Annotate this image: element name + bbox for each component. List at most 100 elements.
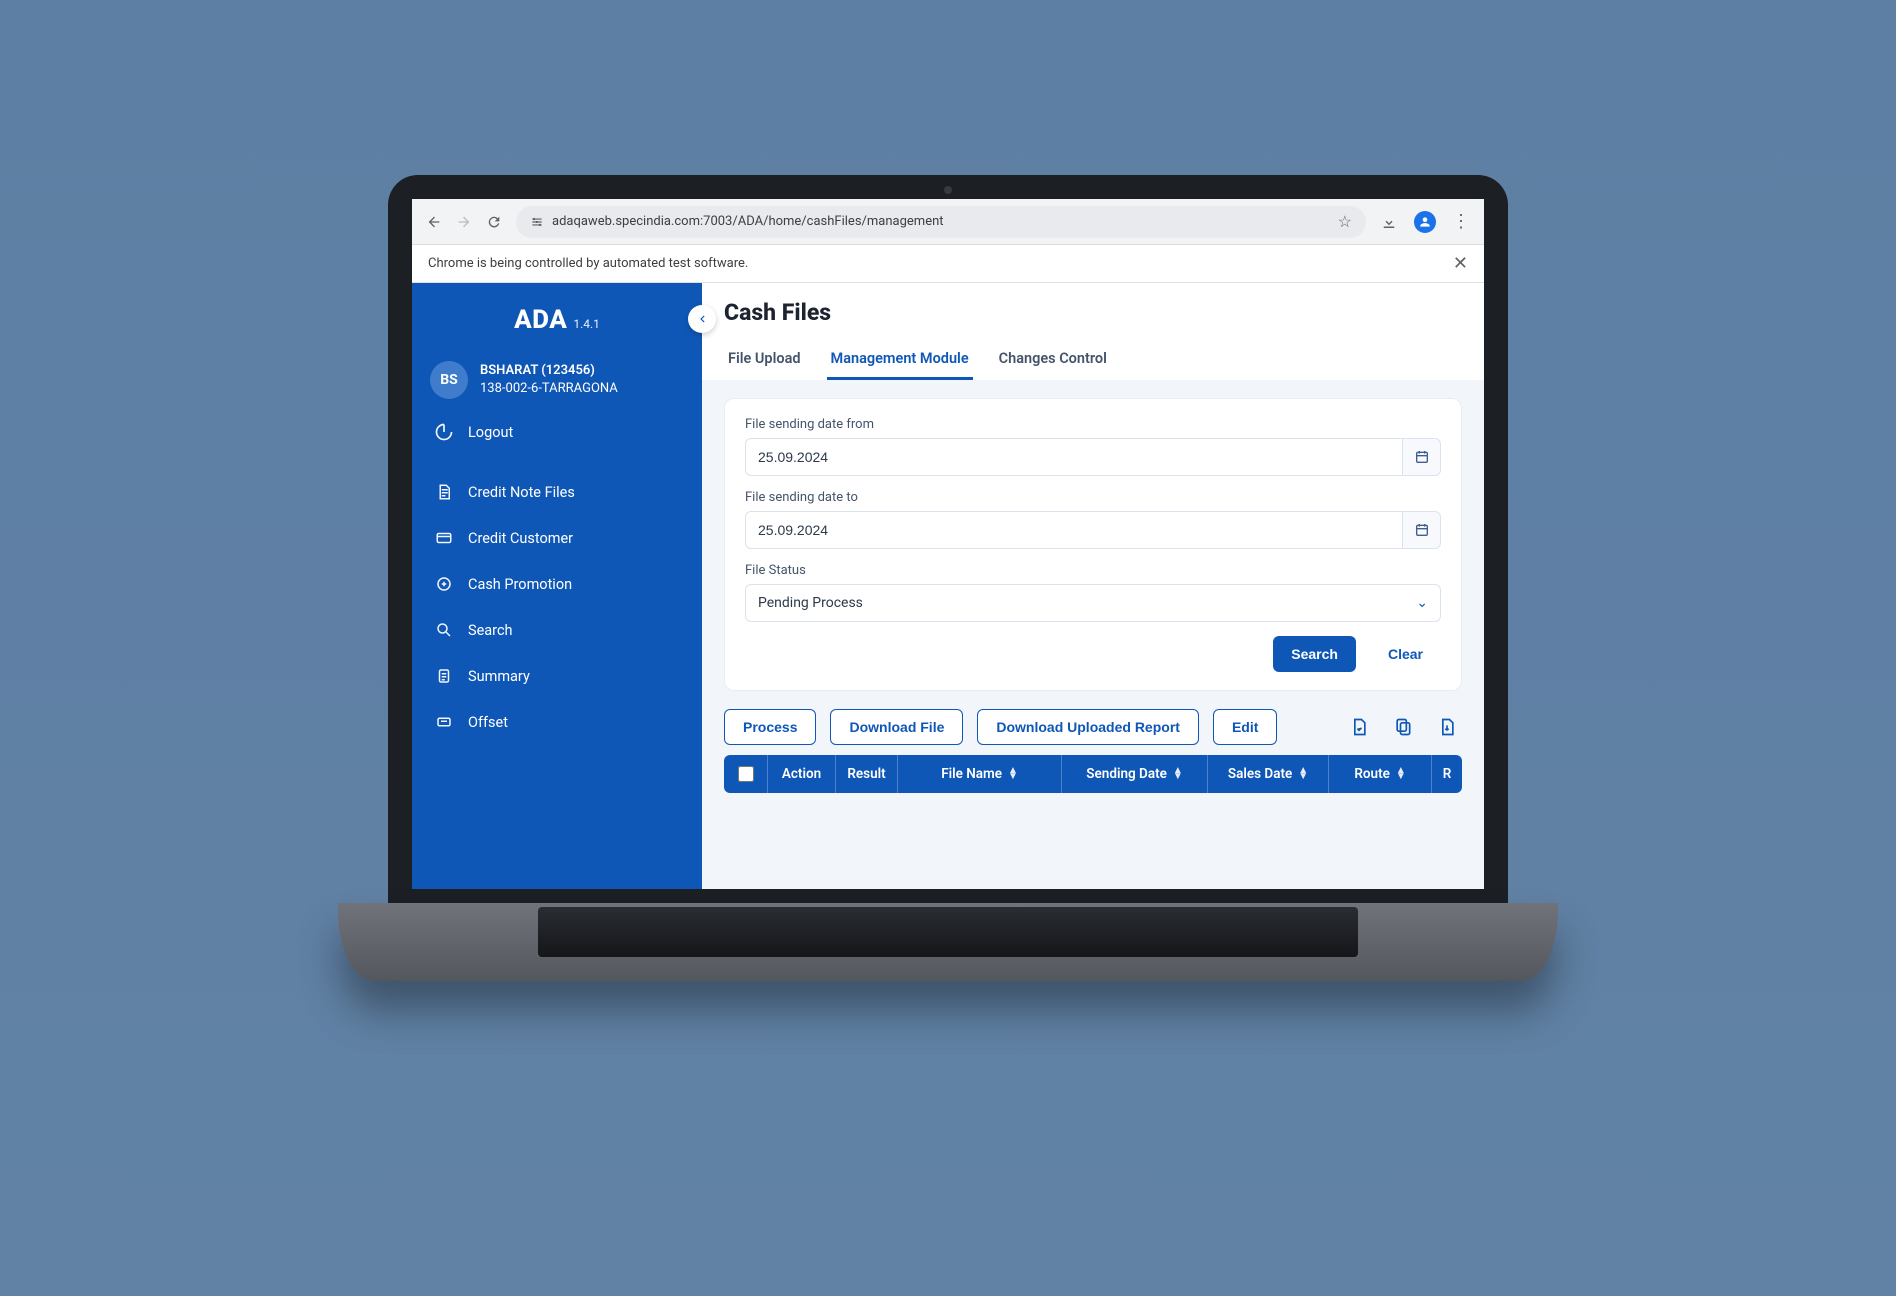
user-block: BS BSHARAT (123456) 138-002-6-TARRAGONA <box>412 345 702 409</box>
chrome-profile-avatar[interactable] <box>1414 211 1436 233</box>
export-icon-1[interactable] <box>1344 712 1374 742</box>
table-header-row: Action Result File Name ▲▼ Sending Date … <box>724 755 1462 793</box>
tab-management-module[interactable]: Management Module <box>827 340 973 380</box>
download-file-button[interactable]: Download File <box>830 709 963 745</box>
laptop-keyboard <box>538 907 1358 957</box>
infobar-close-icon[interactable]: ✕ <box>1453 253 1468 274</box>
reload-button[interactable] <box>486 214 502 230</box>
th-sales-date[interactable]: Sales Date ▲▼ <box>1208 755 1329 793</box>
chevron-down-icon: ⌄ <box>1416 595 1428 611</box>
brand-name: ADA <box>514 305 567 335</box>
filter-card: File sending date from File sending date <box>724 398 1462 691</box>
doc-export-icon <box>1349 717 1369 737</box>
process-button[interactable]: Process <box>724 709 816 745</box>
url-bar[interactable]: adaqaweb.specindia.com:7003/ADA/home/cas… <box>516 206 1366 238</box>
select-status[interactable]: Pending Process ⌄ <box>745 584 1441 622</box>
export-icon-2[interactable] <box>1388 712 1418 742</box>
th-route[interactable]: Route ▲▼ <box>1329 755 1432 793</box>
sidebar-item-offset[interactable]: Offset <box>412 699 702 745</box>
sidebar-item-credit-note-files[interactable]: Credit Note Files <box>412 469 702 515</box>
tab-changes-control[interactable]: Changes Control <box>995 340 1111 380</box>
screen: adaqaweb.specindia.com:7003/ADA/home/cas… <box>412 199 1484 889</box>
filter-actions: Search Clear <box>745 636 1441 672</box>
user-name: BSHARAT (123456) <box>480 362 618 380</box>
camera-dot <box>944 186 952 194</box>
chrome-right-actions: ⋮ <box>1380 211 1470 233</box>
sidebar-logout-label: Logout <box>468 424 513 441</box>
bookmark-star-icon[interactable]: ☆ <box>1338 212 1352 231</box>
field-date-to: File sending date to <box>745 490 1441 549</box>
tabs: File Upload Management Module Changes Co… <box>724 340 1462 380</box>
page-title: Cash Files <box>724 299 1462 326</box>
sidebar-item-label: Cash Promotion <box>468 576 572 593</box>
chrome-toolbar: adaqaweb.specindia.com:7003/ADA/home/cas… <box>412 199 1484 245</box>
logout-icon <box>434 422 454 442</box>
clear-button[interactable]: Clear <box>1370 636 1441 672</box>
calendar-icon <box>1414 522 1430 538</box>
sidebar-item-label: Credit Note Files <box>468 484 575 501</box>
input-wrap-date-to <box>745 511 1441 549</box>
automation-infobar: Chrome is being controlled by automated … <box>412 245 1484 283</box>
file-icon <box>434 482 454 502</box>
sort-icon: ▲▼ <box>1008 768 1018 780</box>
th-select-all <box>724 755 768 793</box>
infobar-text: Chrome is being controlled by automated … <box>428 256 748 271</box>
user-location: 138-002-6-TARRAGONA <box>480 380 618 398</box>
label-date-to: File sending date to <box>745 490 1441 505</box>
back-button[interactable] <box>426 214 442 230</box>
th-sending-date[interactable]: Sending Date ▲▼ <box>1062 755 1208 793</box>
page-header: Cash Files File Upload Management Module… <box>702 283 1484 380</box>
sidebar: ADA 1.4.1 BS BSHARAT (123456) 138-002-6-T… <box>412 283 702 889</box>
sidebar-item-cash-promotion[interactable]: Cash Promotion <box>412 561 702 607</box>
laptop-bezel: adaqaweb.specindia.com:7003/ADA/home/cas… <box>388 175 1508 903</box>
sort-icon: ▲▼ <box>1396 768 1406 780</box>
download-icon[interactable] <box>1380 213 1398 231</box>
offset-icon <box>434 712 454 732</box>
results-toolbar: Process Download File Download Uploaded … <box>724 709 1462 745</box>
chrome-menu-icon[interactable]: ⋮ <box>1452 211 1470 232</box>
sidebar-item-search[interactable]: Search <box>412 607 702 653</box>
sidebar-item-label: Search <box>468 622 513 639</box>
arrow-right-icon <box>456 214 472 230</box>
label-date-from: File sending date from <box>745 417 1441 432</box>
sidebar-collapse-button[interactable] <box>688 305 716 333</box>
input-date-to[interactable] <box>745 511 1403 549</box>
user-info: BSHARAT (123456) 138-002-6-TARRAGONA <box>480 362 618 397</box>
person-icon <box>1418 215 1432 229</box>
calendar-button-to[interactable] <box>1403 511 1441 549</box>
input-date-from[interactable] <box>745 438 1403 476</box>
avatar: BS <box>430 361 468 399</box>
sidebar-item-summary[interactable]: Summary <box>412 653 702 699</box>
chevron-left-icon <box>695 312 709 326</box>
export-icon-3[interactable] <box>1432 712 1462 742</box>
content-area: File sending date from File sending date <box>702 380 1484 811</box>
label-status: File Status <box>745 563 1441 578</box>
select-wrap-status: Pending Process ⌄ <box>745 584 1441 622</box>
results-table: Action Result File Name ▲▼ Sending Date … <box>724 755 1462 793</box>
sidebar-item-label: Credit Customer <box>468 530 573 547</box>
doc-copy-icon <box>1393 717 1413 737</box>
laptop-base <box>338 903 1558 981</box>
search-button[interactable]: Search <box>1273 636 1356 672</box>
th-action[interactable]: Action <box>768 755 836 793</box>
laptop-mockup: adaqaweb.specindia.com:7003/ADA/home/cas… <box>338 175 1558 981</box>
th-last-col[interactable]: R <box>1432 755 1462 793</box>
sidebar-item-credit-customer[interactable]: Credit Customer <box>412 515 702 561</box>
calendar-button-from[interactable] <box>1403 438 1441 476</box>
calendar-icon <box>1414 449 1430 465</box>
sidebar-item-label: Summary <box>468 668 530 685</box>
url-text: adaqaweb.specindia.com:7003/ADA/home/cas… <box>552 214 1330 229</box>
edit-button[interactable]: Edit <box>1213 709 1277 745</box>
select-all-checkbox[interactable] <box>738 766 754 782</box>
th-file-name[interactable]: File Name ▲▼ <box>898 755 1062 793</box>
th-result[interactable]: Result <box>836 755 898 793</box>
brand: ADA 1.4.1 <box>412 283 702 345</box>
sidebar-logout[interactable]: Logout <box>412 409 702 455</box>
tab-file-upload[interactable]: File Upload <box>724 340 805 380</box>
forward-button[interactable] <box>456 214 472 230</box>
brand-version: 1.4.1 <box>573 317 600 331</box>
field-status: File Status Pending Process ⌄ <box>745 563 1441 622</box>
input-wrap-date-from <box>745 438 1441 476</box>
download-report-button[interactable]: Download Uploaded Report <box>977 709 1199 745</box>
sort-icon: ▲▼ <box>1173 768 1183 780</box>
